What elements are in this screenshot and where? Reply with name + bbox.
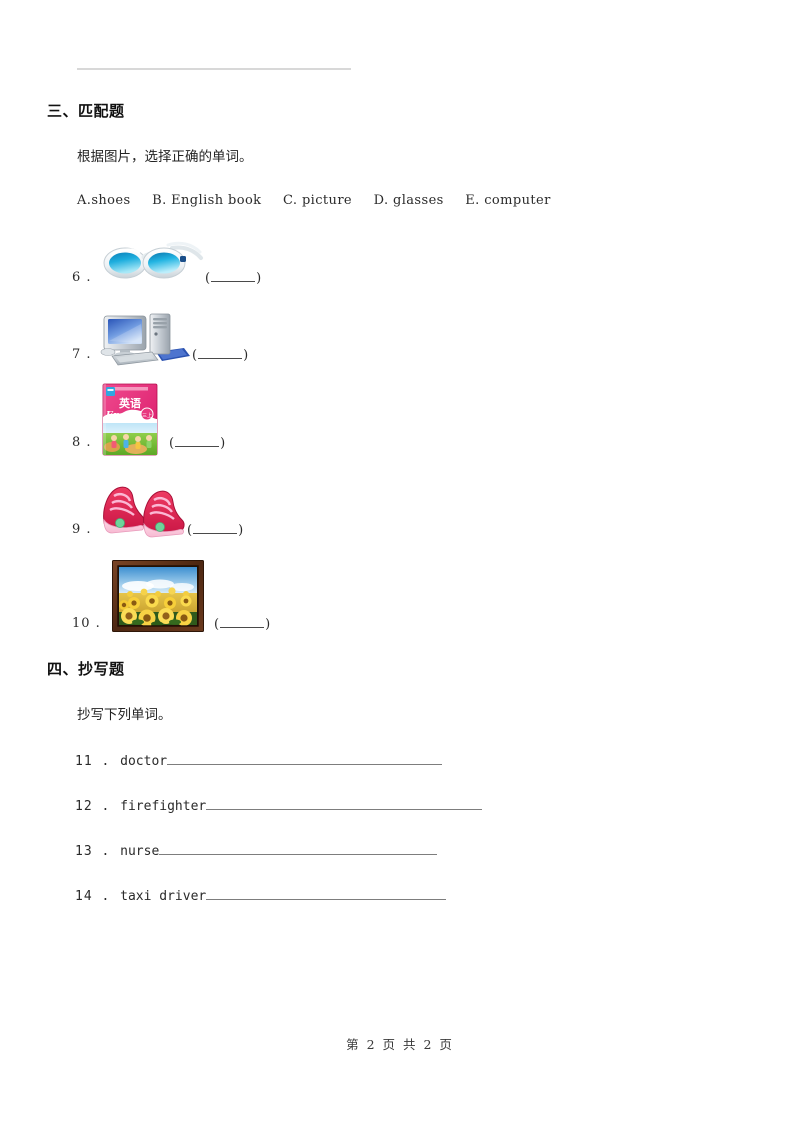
match-item-6-blank[interactable]: () <box>205 270 261 286</box>
copy-item-12: 12 . firefighter <box>75 797 483 814</box>
computer-image <box>98 312 196 368</box>
sunglasses-image <box>98 236 206 292</box>
answer-line-6[interactable] <box>211 270 256 282</box>
copy-line-14[interactable] <box>206 887 447 900</box>
match-item-10: 10 . () <box>72 560 492 634</box>
match-item-6: 6 . () <box>72 236 492 296</box>
english-book-image: 英语 English 三上 <box>102 383 160 457</box>
copy-item-14: 14 . taxi driver <box>75 887 447 904</box>
match-item-9-number: 9 . <box>72 522 92 537</box>
option-e[interactable]: E. computer <box>465 193 550 208</box>
svg-text:英语: 英语 <box>118 396 141 410</box>
match-item-8-number: 8 . <box>72 435 92 450</box>
section-prompt-copying: 抄写下列单词。 <box>77 707 172 723</box>
copy-item-13-word: nurse <box>120 844 160 859</box>
copy-item-14-number: 14 . <box>75 889 111 904</box>
option-d[interactable]: D. glasses <box>374 193 444 208</box>
copy-item-14-word: taxi driver <box>120 889 207 904</box>
answer-line-7[interactable] <box>198 347 243 359</box>
copy-item-11: 11 . doctor <box>75 752 443 769</box>
matching-options-row: A.shoes B. English book C. picture D. gl… <box>77 193 551 208</box>
section-heading-copying: 四、抄写题 <box>47 660 125 678</box>
answer-line-9[interactable] <box>193 522 238 534</box>
option-c[interactable]: C. picture <box>283 193 352 208</box>
match-item-8-blank[interactable]: () <box>169 435 225 451</box>
sunflower-picture-image <box>112 560 204 632</box>
match-item-8: 8 . 英语 English 三上 () <box>72 383 492 459</box>
match-item-7-blank[interactable]: () <box>192 347 248 363</box>
copy-line-13[interactable] <box>159 842 438 855</box>
copy-item-13: 13 . nurse <box>75 842 438 859</box>
copy-item-12-number: 12 . <box>75 799 111 814</box>
svg-text:English: English <box>105 410 146 421</box>
answer-line-8[interactable] <box>175 435 220 447</box>
copy-item-11-number: 11 . <box>75 754 111 769</box>
page-footer: 第 2 页 共 2 页 <box>346 1037 454 1052</box>
match-item-10-number: 10 . <box>72 616 101 631</box>
answer-line-10[interactable] <box>220 616 265 628</box>
match-item-7: 7 . () <box>72 312 492 372</box>
match-item-7-number: 7 . <box>72 347 92 362</box>
match-item-10-blank[interactable]: () <box>214 616 270 632</box>
top-divider-rule <box>77 68 351 70</box>
match-item-9-blank[interactable]: () <box>187 522 243 538</box>
option-a[interactable]: A.shoes <box>77 193 131 208</box>
copy-item-12-word: firefighter <box>120 799 207 814</box>
option-b[interactable]: B. English book <box>152 193 261 208</box>
match-item-6-number: 6 . <box>72 270 92 285</box>
copy-item-13-number: 13 . <box>75 844 111 859</box>
section-heading-matching: 三、匹配题 <box>47 102 125 120</box>
document-page: 三、匹配题 根据图片，选择正确的单词。 A.shoes B. English b… <box>0 0 800 1132</box>
copy-line-12[interactable] <box>206 797 483 810</box>
copy-line-11[interactable] <box>167 752 443 765</box>
section-prompt-matching: 根据图片，选择正确的单词。 <box>77 149 253 165</box>
match-item-9: 9 . () <box>72 478 492 540</box>
copy-item-11-word: doctor <box>120 754 168 769</box>
shoes-image <box>98 478 194 540</box>
svg-text:三上: 三上 <box>142 412 152 419</box>
